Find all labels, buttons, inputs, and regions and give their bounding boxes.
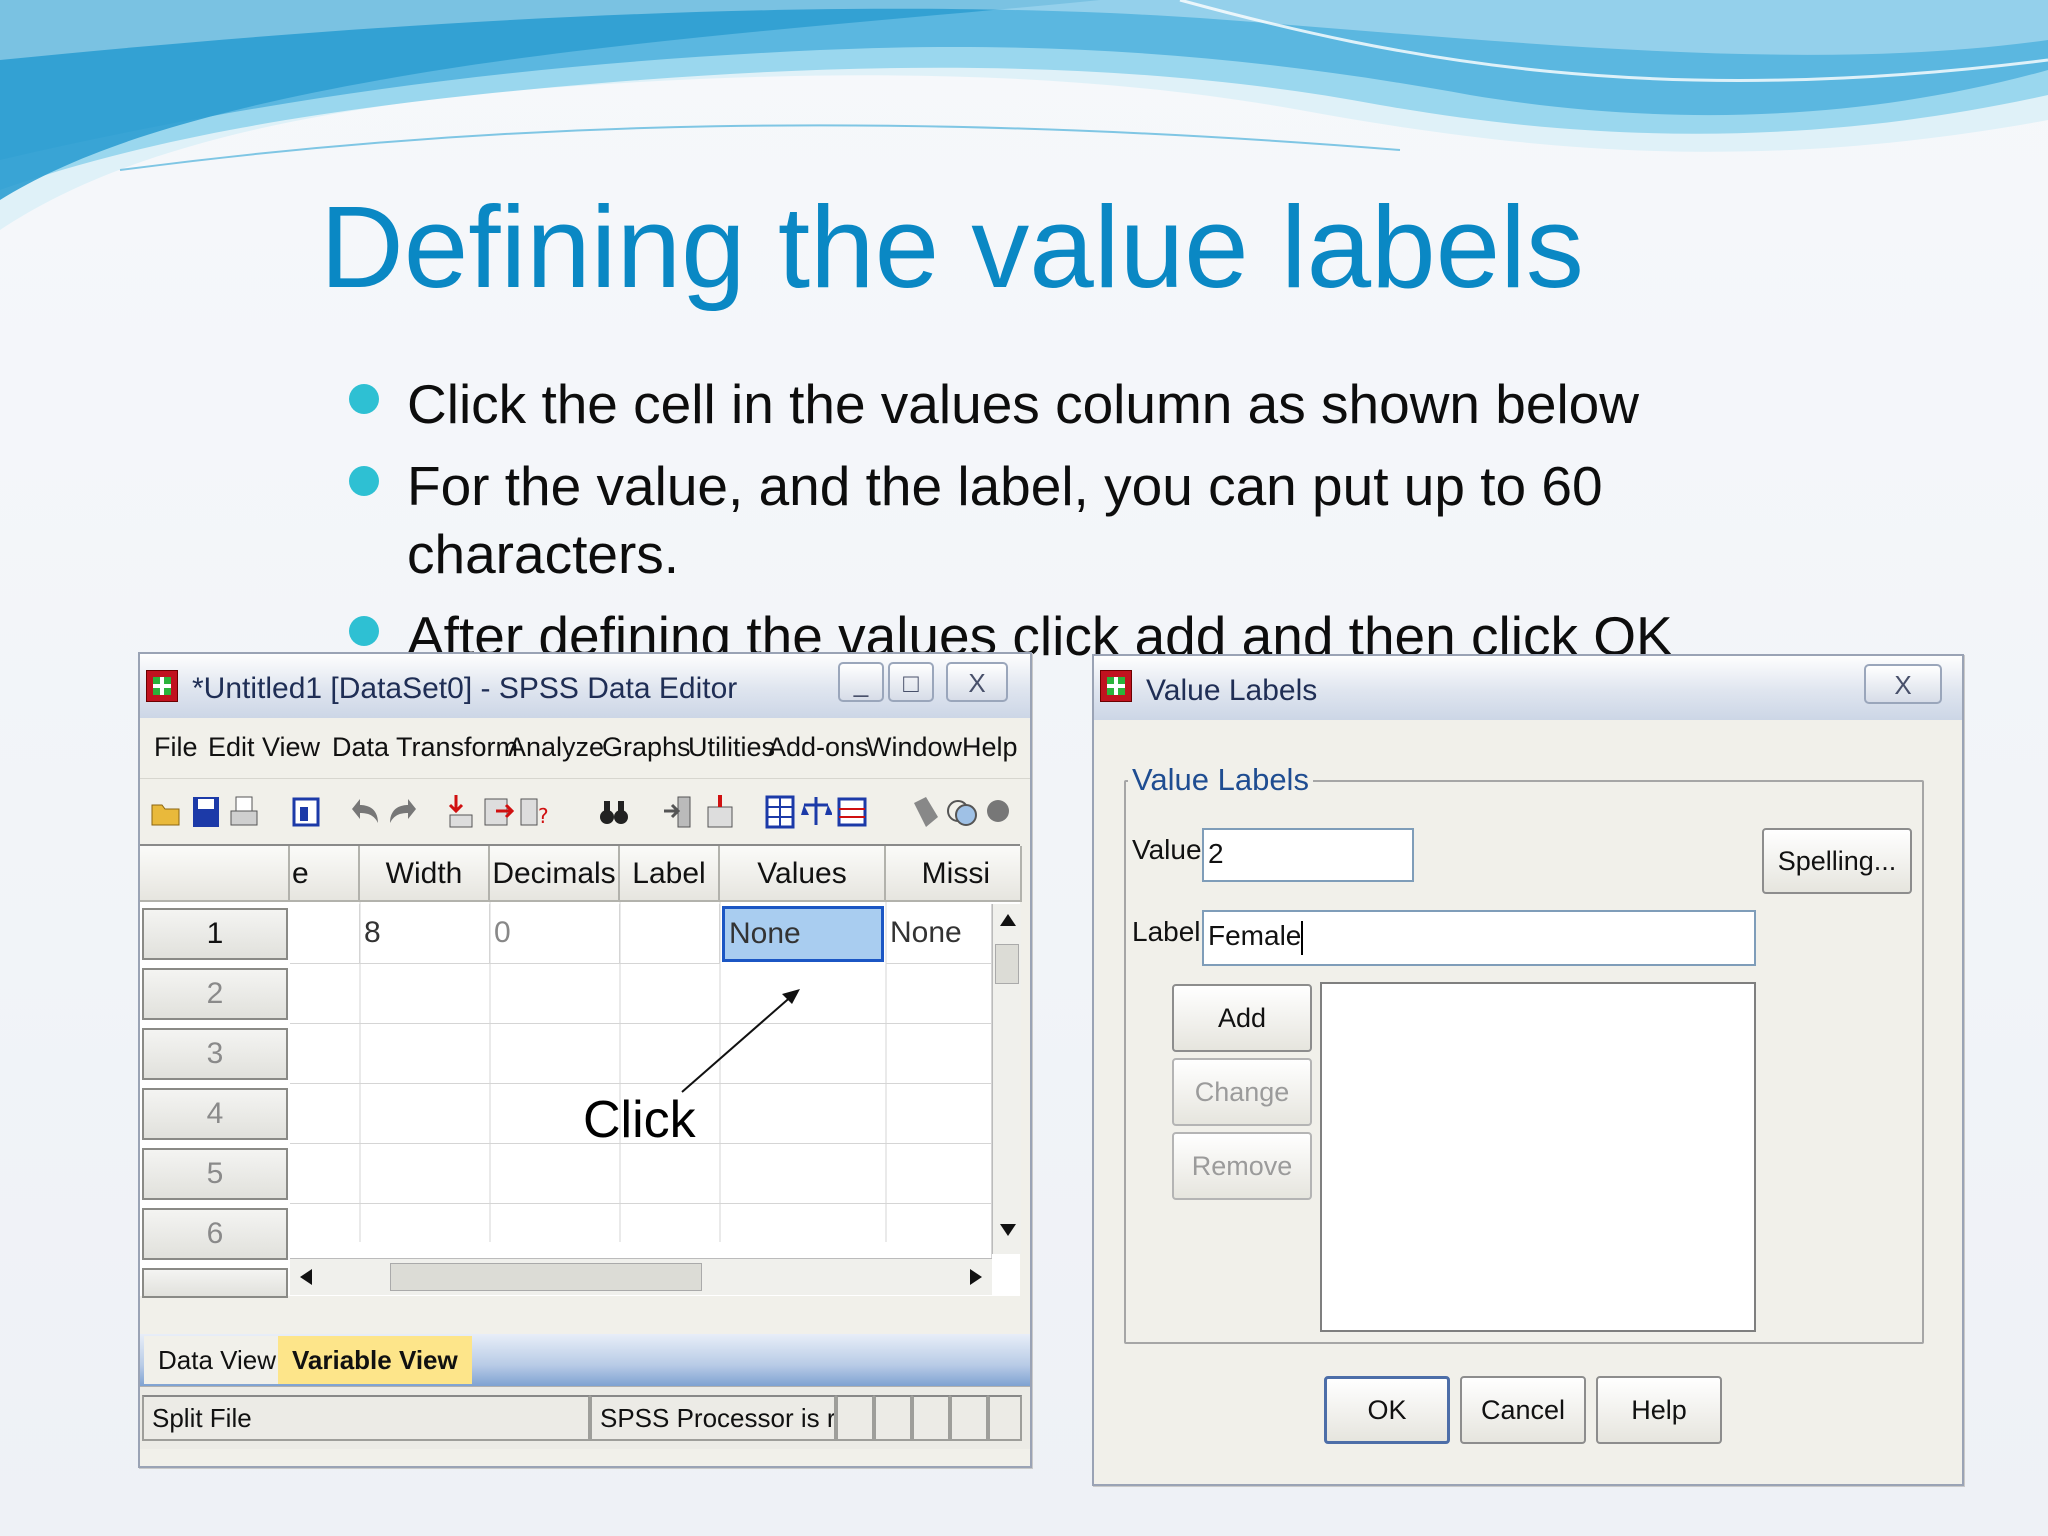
add-button[interactable]: Add [1172, 984, 1312, 1052]
remove-button[interactable]: Remove [1172, 1132, 1312, 1200]
label-label: Label: [1132, 916, 1209, 947]
label-field[interactable]: Female [1202, 910, 1756, 966]
value-labels-list[interactable] [1320, 982, 1756, 1332]
spelling-button[interactable]: Spelling... [1762, 828, 1912, 894]
text-cursor [1301, 920, 1304, 955]
value-label: Value: [1132, 834, 1210, 865]
slide: Defining the value labels Click the cell… [0, 0, 2048, 1536]
change-button[interactable]: Change [1172, 1058, 1312, 1126]
dialog-titlebar: Value Labels X [1094, 656, 1962, 720]
spss-app-icon [1100, 670, 1132, 702]
value-field[interactable]: 2 [1202, 828, 1414, 882]
dialog-close-button[interactable]: X [1864, 664, 1942, 704]
value-labels-dialog: Value Labels X Value Labels Value: 2 Spe… [1092, 654, 1964, 1486]
click-annotation: Click [583, 1091, 696, 1149]
cancel-button[interactable]: Cancel [1460, 1376, 1586, 1444]
ok-button[interactable]: OK [1324, 1376, 1450, 1444]
help-button[interactable]: Help [1596, 1376, 1722, 1444]
dialog-title: Value Labels [1146, 674, 1318, 707]
group-title: Value Labels [1128, 762, 1313, 798]
